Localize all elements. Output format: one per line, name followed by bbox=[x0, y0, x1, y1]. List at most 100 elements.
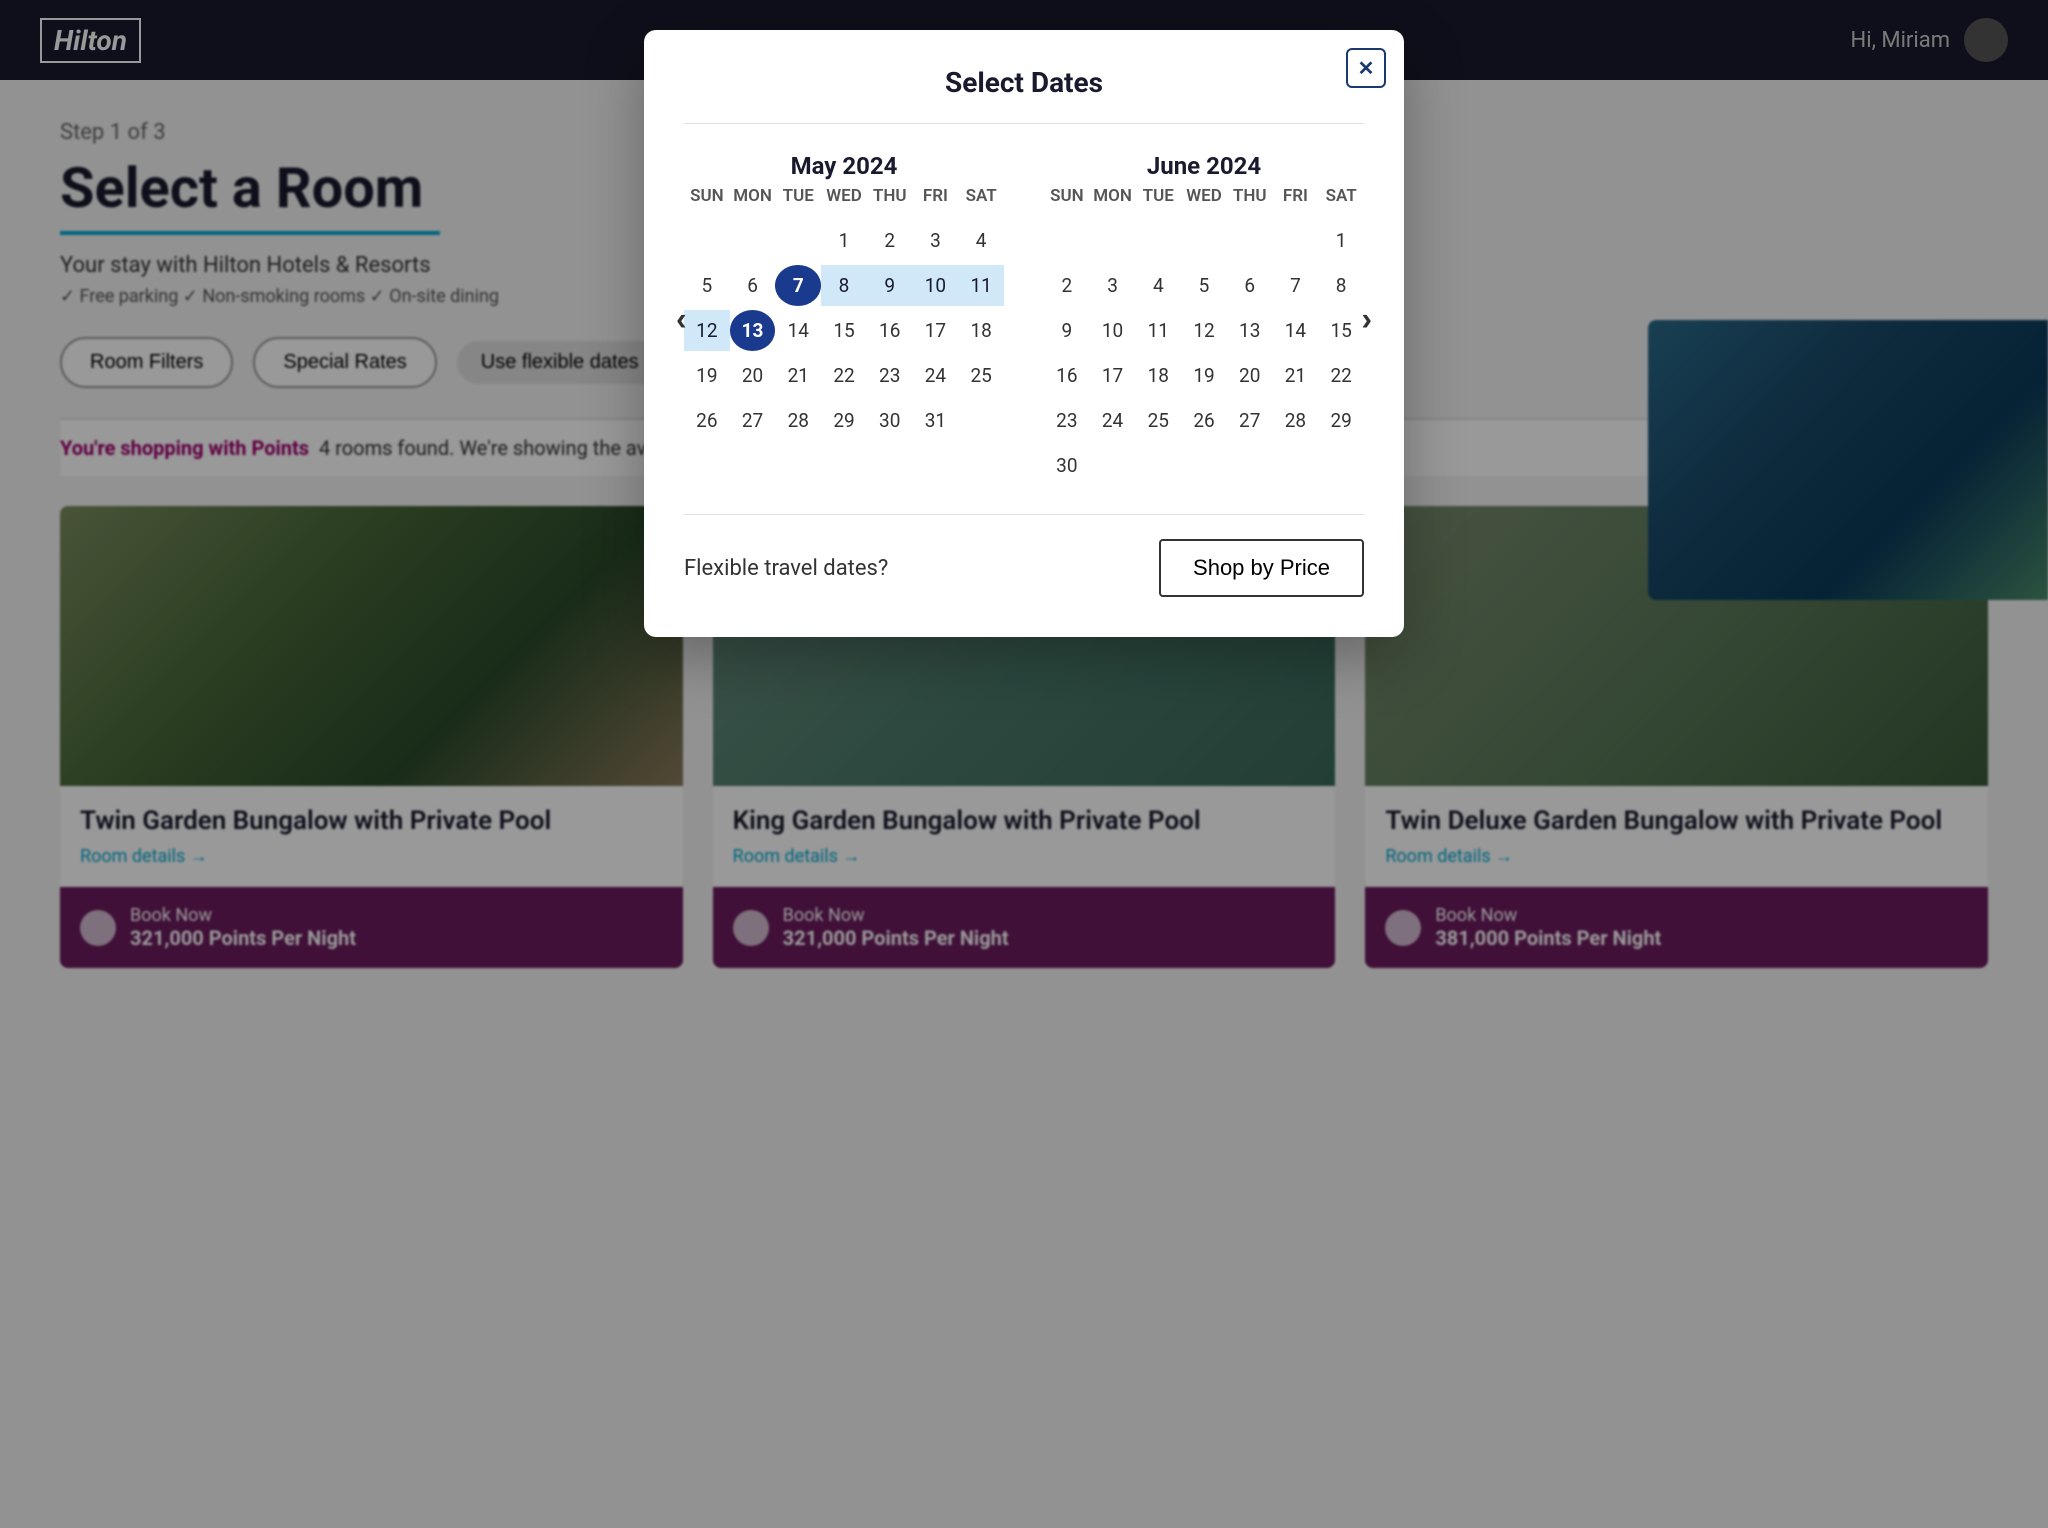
calendars-wrapper: ‹ › May 2024 SUN MON TUE WED THU FRI bbox=[684, 152, 1364, 486]
cal-day-cell[interactable]: 18 bbox=[958, 310, 1004, 351]
cal-day-cell[interactable]: 19 bbox=[1181, 355, 1227, 396]
cal-day-cell[interactable]: 11 bbox=[1135, 310, 1181, 351]
cal-day-cell[interactable]: 23 bbox=[867, 355, 913, 396]
cal-day-cell[interactable]: 4 bbox=[958, 220, 1004, 261]
cal-day-cell[interactable]: 14 bbox=[1273, 310, 1319, 351]
cal-day-cell[interactable]: 20 bbox=[1227, 355, 1273, 396]
cal-day-cell[interactable]: 29 bbox=[1318, 400, 1364, 441]
cal-day-cell[interactable]: 31 bbox=[913, 400, 959, 441]
cal-day-cell[interactable]: 21 bbox=[1273, 355, 1319, 396]
cal-day-cell[interactable]: 17 bbox=[913, 310, 959, 351]
cal-day-cell[interactable]: 20 bbox=[730, 355, 776, 396]
prev-month-button[interactable]: ‹ bbox=[666, 297, 697, 342]
cal-day-cell[interactable]: 13 bbox=[730, 310, 776, 351]
cal-day-cell[interactable]: 10 bbox=[913, 265, 959, 306]
cal-day-cell[interactable]: 5 bbox=[1181, 265, 1227, 306]
cal-day-cell[interactable]: 12 bbox=[1181, 310, 1227, 351]
cal-day-cell bbox=[1135, 445, 1181, 486]
june-calendar: June 2024 SUN MON TUE WED THU FRI SAT 12… bbox=[1044, 152, 1364, 486]
cal-day-cell bbox=[1318, 445, 1364, 486]
cal-day-cell[interactable]: 21 bbox=[775, 355, 821, 396]
cal-day-cell bbox=[1090, 445, 1136, 486]
may-header-tue: TUE bbox=[775, 180, 821, 212]
cal-day-cell[interactable]: 29 bbox=[821, 400, 867, 441]
cal-day-cell[interactable]: 7 bbox=[775, 265, 821, 306]
shop-by-price-button[interactable]: Shop by Price bbox=[1159, 539, 1364, 597]
cal-day-cell[interactable]: 19 bbox=[684, 355, 730, 396]
modal-footer-divider bbox=[684, 514, 1364, 515]
cal-day-cell[interactable]: 4 bbox=[1135, 265, 1181, 306]
june-header-tue: TUE bbox=[1135, 180, 1181, 212]
cal-day-cell[interactable]: 9 bbox=[867, 265, 913, 306]
cal-day-cell[interactable]: 25 bbox=[1135, 400, 1181, 441]
cal-day-cell[interactable]: 30 bbox=[867, 400, 913, 441]
cal-day-cell[interactable]: 10 bbox=[1090, 310, 1136, 351]
cal-day-cell bbox=[730, 220, 776, 261]
cal-day-cell bbox=[1273, 220, 1319, 261]
cal-day-cell[interactable]: 11 bbox=[958, 265, 1004, 306]
next-month-button[interactable]: › bbox=[1351, 297, 1382, 342]
cal-day-cell bbox=[684, 220, 730, 261]
cal-day-cell[interactable]: 30 bbox=[1044, 445, 1090, 486]
cal-day-cell[interactable]: 25 bbox=[958, 355, 1004, 396]
cal-day-cell bbox=[958, 400, 1004, 441]
cal-day-cell[interactable]: 13 bbox=[1227, 310, 1273, 351]
cal-day-cell[interactable]: 27 bbox=[730, 400, 776, 441]
calendars: May 2024 SUN MON TUE WED THU FRI SAT 123… bbox=[684, 152, 1364, 486]
cal-day-cell[interactable]: 22 bbox=[1318, 355, 1364, 396]
june-month-title: June 2024 bbox=[1044, 152, 1364, 180]
cal-day-cell[interactable]: 27 bbox=[1227, 400, 1273, 441]
cal-day-cell bbox=[775, 220, 821, 261]
june-header-sat: SAT bbox=[1318, 180, 1364, 212]
cal-day-cell[interactable]: 3 bbox=[1090, 265, 1136, 306]
cal-day-cell[interactable]: 2 bbox=[867, 220, 913, 261]
cal-day-cell[interactable]: 8 bbox=[821, 265, 867, 306]
cal-day-cell[interactable]: 6 bbox=[1227, 265, 1273, 306]
cal-day-cell bbox=[1273, 445, 1319, 486]
june-days: 1234567891011121314151617181920212223242… bbox=[1044, 220, 1364, 486]
cal-day-cell bbox=[1227, 220, 1273, 261]
june-header-fri: FRI bbox=[1273, 180, 1319, 212]
cal-day-cell[interactable]: 14 bbox=[775, 310, 821, 351]
cal-day-cell bbox=[1181, 445, 1227, 486]
may-header-sat: SAT bbox=[958, 180, 1004, 212]
cal-day-cell[interactable]: 26 bbox=[684, 400, 730, 441]
cal-day-cell bbox=[1181, 220, 1227, 261]
cal-day-cell bbox=[1044, 220, 1090, 261]
june-header-thu: THU bbox=[1227, 180, 1273, 212]
cal-day-cell[interactable]: 23 bbox=[1044, 400, 1090, 441]
cal-day-cell[interactable]: 1 bbox=[821, 220, 867, 261]
june-header-wed: WED bbox=[1181, 180, 1227, 212]
cal-day-cell[interactable]: 7 bbox=[1273, 265, 1319, 306]
cal-day-cell[interactable]: 17 bbox=[1090, 355, 1136, 396]
cal-day-cell[interactable]: 9 bbox=[1044, 310, 1090, 351]
cal-day-cell[interactable]: 24 bbox=[913, 355, 959, 396]
cal-day-cell bbox=[1135, 220, 1181, 261]
cal-day-cell[interactable]: 24 bbox=[1090, 400, 1136, 441]
cal-day-cell[interactable]: 28 bbox=[1273, 400, 1319, 441]
may-header-thu: THU bbox=[867, 180, 913, 212]
modal-footer: Flexible travel dates? Shop by Price bbox=[684, 539, 1364, 597]
flexible-dates-label: Flexible travel dates? bbox=[684, 556, 888, 581]
modal-close-button[interactable]: ✕ bbox=[1346, 48, 1386, 88]
may-days: 1234567891011121314151617181920212223242… bbox=[684, 220, 1004, 441]
cal-day-cell[interactable]: 6 bbox=[730, 265, 776, 306]
cal-day-cell[interactable]: 18 bbox=[1135, 355, 1181, 396]
date-picker-modal: Select Dates ✕ ‹ › May 2024 SUN MON TUE … bbox=[644, 30, 1404, 637]
cal-day-cell[interactable]: 3 bbox=[913, 220, 959, 261]
cal-day-cell[interactable]: 22 bbox=[821, 355, 867, 396]
cal-day-cell[interactable]: 16 bbox=[867, 310, 913, 351]
may-month-title: May 2024 bbox=[684, 152, 1004, 180]
cal-day-cell[interactable]: 15 bbox=[821, 310, 867, 351]
cal-day-cell[interactable]: 16 bbox=[1044, 355, 1090, 396]
cal-day-cell[interactable]: 1 bbox=[1318, 220, 1364, 261]
june-grid: SUN MON TUE WED THU FRI SAT 123456789101… bbox=[1044, 180, 1364, 486]
modal-header: Select Dates bbox=[684, 66, 1364, 99]
cal-day-cell[interactable]: 2 bbox=[1044, 265, 1090, 306]
may-header-mon: MON bbox=[730, 180, 776, 212]
cal-day-cell[interactable]: 26 bbox=[1181, 400, 1227, 441]
may-header-wed: WED bbox=[821, 180, 867, 212]
june-week-headers: SUN MON TUE WED THU FRI SAT bbox=[1044, 180, 1364, 212]
cal-day-cell[interactable]: 28 bbox=[775, 400, 821, 441]
may-calendar: May 2024 SUN MON TUE WED THU FRI SAT 123… bbox=[684, 152, 1004, 486]
